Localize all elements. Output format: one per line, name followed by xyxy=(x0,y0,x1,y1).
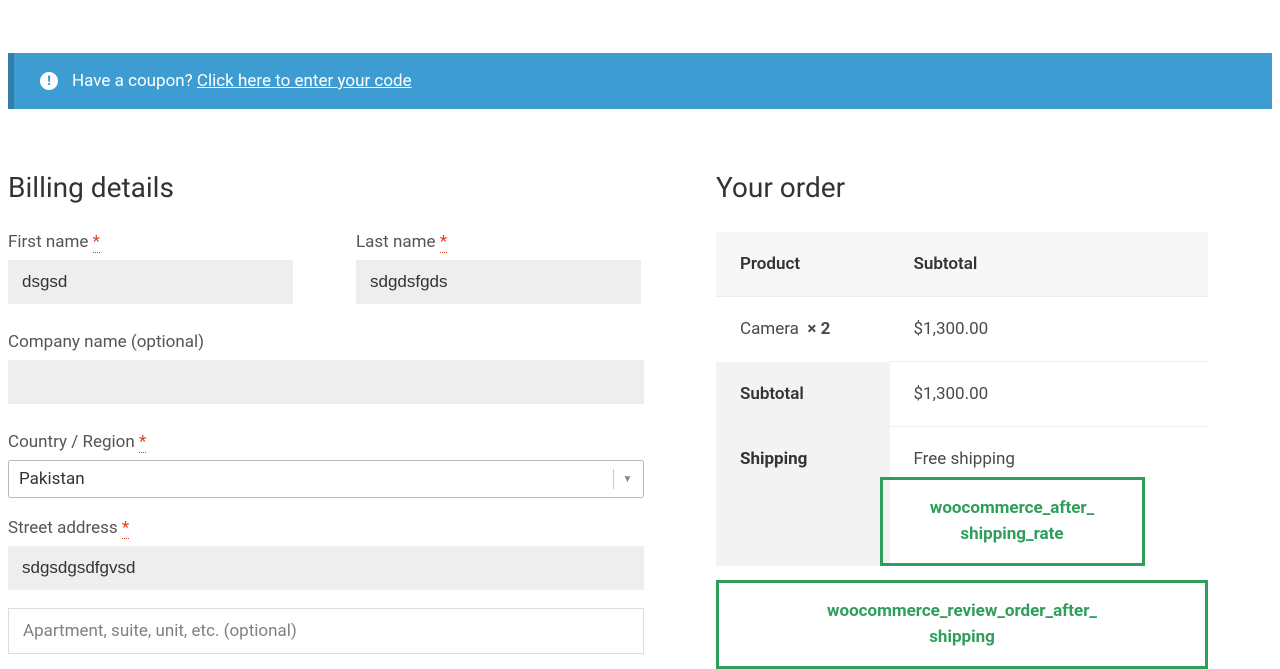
first-name-label-text: First name xyxy=(8,232,88,252)
last-name-input[interactable] xyxy=(356,260,641,304)
street-label: Street address * xyxy=(8,518,644,538)
item-name: Camera xyxy=(740,319,799,339)
table-row: Camera × 2 $1,300.00 xyxy=(716,297,1208,362)
country-select[interactable]: Pakistan ▼ xyxy=(8,460,644,498)
item-qty: × 2 xyxy=(807,319,830,339)
required-asterisk: * xyxy=(122,518,129,539)
col-product: Product xyxy=(716,232,890,297)
billing-section: Billing details First name * Last name * xyxy=(8,171,644,669)
country-value: Pakistan xyxy=(19,469,85,489)
shipping-value: Free shipping xyxy=(898,449,1209,469)
chevron-down-icon: ▼ xyxy=(613,469,633,489)
coupon-question: Have a coupon? xyxy=(72,71,193,91)
subtotal-value: $1,300.00 xyxy=(890,362,1209,427)
order-section: Your order Product Subtotal Camera × 2 $… xyxy=(716,171,1208,669)
last-name-label: Last name * xyxy=(356,232,644,252)
required-asterisk: * xyxy=(93,232,100,253)
shipping-label: Shipping xyxy=(716,427,890,567)
info-icon: ! xyxy=(40,72,58,90)
billing-title: Billing details xyxy=(8,171,644,204)
col-subtotal: Subtotal xyxy=(890,232,1209,297)
order-title: Your order xyxy=(716,171,1208,204)
coupon-text: Have a coupon? Click here to enter your … xyxy=(72,71,412,91)
required-asterisk: * xyxy=(440,232,447,253)
order-table: Product Subtotal Camera × 2 $1,300.00 Su… xyxy=(716,232,1208,566)
hook-after-shipping-rate: woocommerce_after_shipping_rate xyxy=(880,477,1145,566)
required-asterisk: * xyxy=(139,432,146,453)
first-name-label: First name * xyxy=(8,232,296,252)
subtotal-label: Subtotal xyxy=(716,362,890,427)
company-label: Company name (optional) xyxy=(8,332,644,352)
country-label-text: Country / Region xyxy=(8,432,135,452)
company-input[interactable] xyxy=(8,360,644,404)
country-label: Country / Region * xyxy=(8,432,644,452)
street2-input[interactable]: Apartment, suite, unit, etc. (optional) xyxy=(8,608,644,654)
coupon-banner: ! Have a coupon? Click here to enter you… xyxy=(8,53,1272,109)
street-input[interactable] xyxy=(8,546,644,590)
first-name-input[interactable] xyxy=(8,260,293,304)
last-name-label-text: Last name xyxy=(356,232,436,252)
hook-review-order-after-shipping: woocommerce_review_order_after_shipping xyxy=(716,580,1208,669)
coupon-link[interactable]: Click here to enter your code xyxy=(197,71,412,91)
item-subtotal: $1,300.00 xyxy=(890,297,1209,362)
street-label-text: Street address xyxy=(8,518,118,538)
